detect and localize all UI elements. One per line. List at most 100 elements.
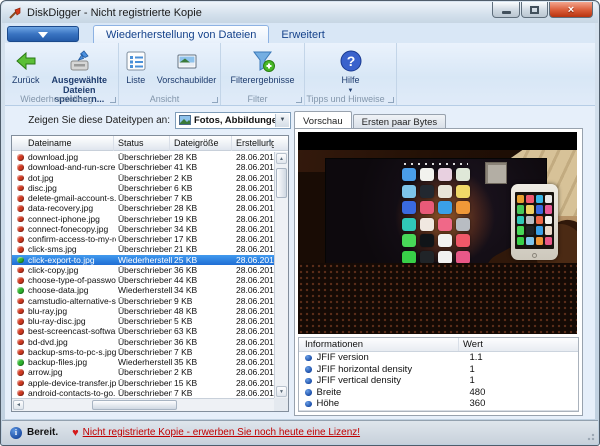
cell-size: 7 KB [174,193,232,204]
cell-size: 35 KB [174,357,232,368]
chevron-down-icon[interactable]: ▼ [275,114,289,127]
table-row[interactable]: connect-fonecopy.jpgÜberschrieben34 KB28… [12,224,275,234]
table-row[interactable]: blu-ray-disc.jpgÜberschrieben5 KB28.06.2… [12,316,275,326]
ribbon-group-filter: Filterergebnisse Filter [221,43,305,105]
table-row[interactable]: click-export-to.jpgWiederherstell...25 K… [12,255,275,265]
preview-panel: Informationen Wert JFIF version1.1JFIF h… [294,128,583,416]
svg-text:?: ? [346,53,355,69]
close-button[interactable]: × [549,2,593,18]
overwritten-dot-icon [17,339,24,346]
info-label: Höhe [317,398,465,410]
filetype-dropdown[interactable]: Fotos, Abbildungen ▼ [175,112,291,129]
table-row[interactable]: download.jpgÜberschrieben28 KB28.06.2016… [12,152,275,162]
cell-date: 28.06.2016 15 [236,255,275,266]
table-row[interactable]: click-sms.jpgÜberschrieben21 KB28.06.201… [12,244,275,254]
cell-status: Überschrieben [118,337,172,348]
column-header-dateiname[interactable]: Dateiname [24,136,114,151]
dialog-launcher-icon[interactable] [110,97,116,103]
cell-date: 28.06.2016 15 [236,306,275,317]
column-header-status[interactable]: Status [114,136,170,151]
vorschaubilder-button[interactable]: Vorschaubilder [153,45,221,86]
overwritten-dot-icon [17,369,24,376]
info-column-informationen[interactable]: Informationen [299,338,459,351]
heart-icon: ♥ [72,427,79,439]
cell-date: 28.06.2016 15 [236,173,275,184]
app-icon [545,216,552,224]
group-label: Tipps und Hinweise [305,94,386,105]
tab-erweitert[interactable]: Erweitert [269,26,336,43]
app-icon [526,205,533,213]
info-value: 480 [465,387,579,399]
table-row[interactable]: data-recovery.jpgÜberschrieben28 KB28.06… [12,203,275,213]
info-row: JFIF horizontal density1 [299,364,578,376]
table-row[interactable]: disc.jpgÜberschrieben6 KB28.06.2016 15 [12,183,275,193]
scrollbar-thumb[interactable] [92,400,177,410]
table-row[interactable]: backup-files.jpgWiederherstell...35 KB28… [12,357,275,367]
cell-status: Überschrieben [118,234,172,245]
app-icon [526,216,533,224]
table-row[interactable]: dot.jpgÜberschrieben2 KB28.06.2016 15 [12,173,275,183]
overwritten-dot-icon [17,277,24,284]
status-bar: i Bereit. ♥ Nicht registrierte Kopie - e… [2,420,598,444]
cell-status: Überschrieben [118,183,172,194]
info-row: Breite480 [299,387,578,399]
maximize-button[interactable] [521,2,548,18]
license-link[interactable]: Nicht registrierte Kopie - erwerben Sie … [83,427,360,438]
cell-name: dot.jpg [28,173,116,184]
cell-date: 28.06.2016 15 [236,214,275,225]
dialog-launcher-icon[interactable] [388,97,394,103]
scroll-down-icon[interactable]: ▼ [276,386,287,397]
table-row[interactable]: camstudio-alternative-s.j...Überschriebe… [12,296,275,306]
table-row[interactable]: best-screencast-softwar...Überschrieben6… [12,326,275,336]
app-menu-button[interactable] [7,26,79,42]
tab-ersten-paar-bytes[interactable]: Ersten paar Bytes [353,114,447,128]
table-row[interactable]: delete-gmail-account-s.j...Überschrieben… [12,193,275,203]
title-bar[interactable]: DiskDigger - Nicht registrierte Kopie × [2,2,598,23]
scrollbar-thumb[interactable] [276,168,287,198]
cell-status: Überschrieben [118,306,172,317]
app-icon [536,237,543,245]
table-row[interactable]: connect-iphone.jpgÜberschrieben19 KB28.0… [12,214,275,224]
file-table-header: Dateiname Status Dateigröße Erstellungsd… [12,136,288,151]
hilfe-button[interactable]: ? Hilfe ▼ [334,45,368,96]
cell-name: connect-iphone.jpg [28,214,116,225]
tab-wiederherstellung[interactable]: Wiederherstellung von Dateien [93,25,269,43]
photo-iphone-icon-grid [517,195,552,245]
cell-status: Überschrieben [118,316,172,327]
photo-filetype-icon [179,115,191,125]
table-row[interactable]: blu-ray.jpgÜberschrieben48 KB28.06.2016 … [12,306,275,316]
vertical-scrollbar[interactable]: ▲ ▼ [274,152,288,398]
dialog-launcher-icon[interactable] [296,97,302,103]
info-value: 1 [465,375,579,387]
horizontal-scrollbar[interactable]: ◄ ► [12,398,274,411]
resize-grip[interactable] [585,431,595,441]
table-row[interactable]: apple-device-transfer.jpgÜberschrieben15… [12,378,275,388]
table-row[interactable]: confirm-access-to-my-rec...Überschrieben… [12,234,275,244]
table-row[interactable]: choose-type-of-passwor...Überschrieben44… [12,275,275,285]
table-row[interactable]: arrow.jpgÜberschrieben2 KB28.06.2016 15 [12,367,275,377]
tab-vorschau[interactable]: Vorschau [294,111,352,128]
filterergebnisse-button[interactable]: Filterergebnisse [226,45,298,86]
table-row[interactable]: choose-data.jpgWiederherstell...34 KB28.… [12,285,275,295]
table-row[interactable]: click-copy.jpgÜberschrieben36 KB28.06.20… [12,265,275,275]
table-row[interactable]: download-and-run-scre...Überschrieben41 … [12,162,275,172]
table-row[interactable]: bd-dvd.jpgÜberschrieben36 KB28.06.2016 1… [12,337,275,347]
cell-name: confirm-access-to-my-rec... [28,234,116,245]
liste-button[interactable]: Liste [119,45,153,86]
table-row[interactable]: backup-sms-to-pc-s.jpgÜberschrieben7 KB2… [12,347,275,357]
overwritten-dot-icon [17,185,24,192]
scroll-up-icon[interactable]: ▲ [276,153,287,164]
info-column-wert[interactable]: Wert [459,338,578,351]
table-row[interactable]: android-contacts-to-go...Überschrieben7 … [12,388,275,398]
zurueck-button[interactable]: Zurück [8,45,44,86]
app-icon [420,218,434,231]
scroll-left-icon[interactable]: ◄ [13,400,24,410]
column-header-dateigroesse[interactable]: Dateigröße [170,136,232,151]
minimize-button[interactable] [492,2,520,18]
overwritten-dot-icon [17,175,24,182]
info-dot-icon [305,378,312,385]
cell-status: Überschrieben [118,296,172,307]
cell-date: 28.06.2016 15 [236,316,275,327]
dialog-launcher-icon[interactable] [212,97,218,103]
photo-iphone [511,184,558,260]
